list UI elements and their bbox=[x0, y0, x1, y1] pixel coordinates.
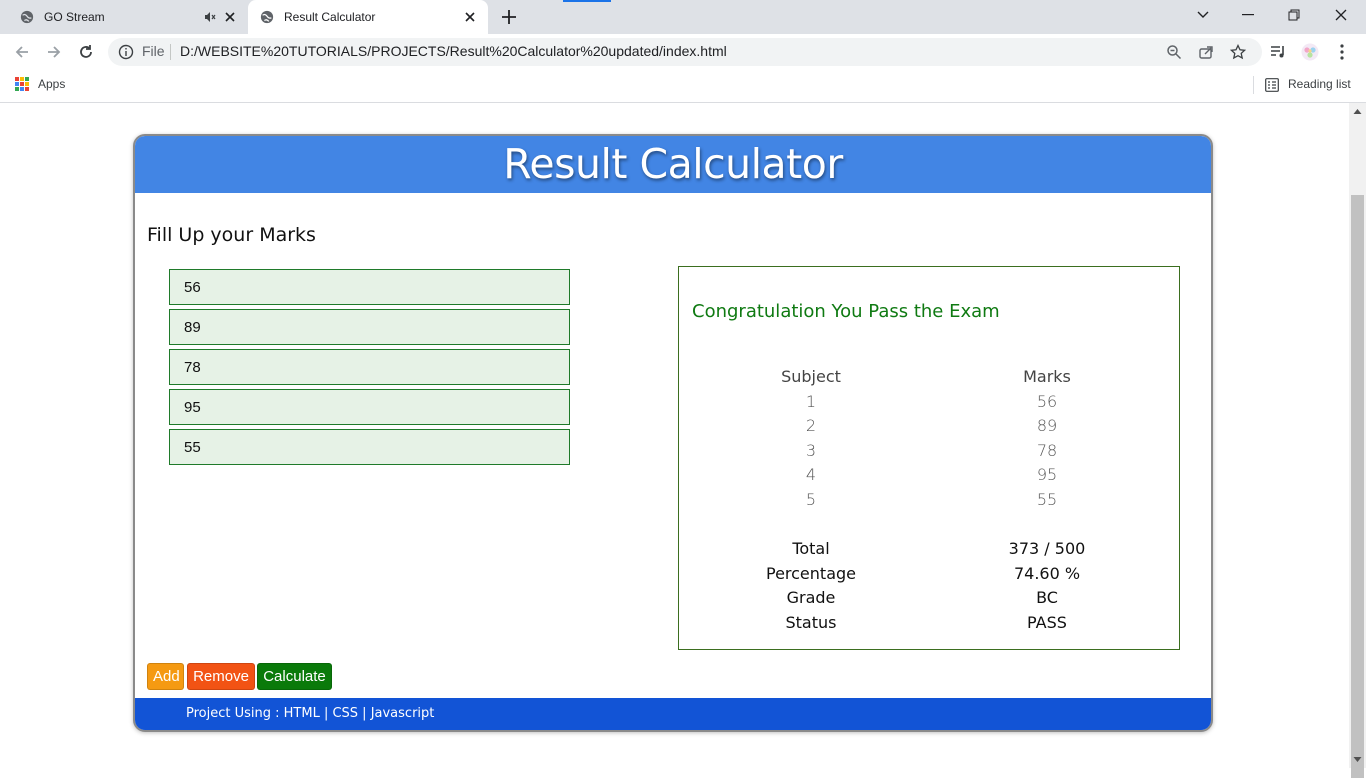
info-icon[interactable] bbox=[118, 44, 134, 60]
menu-icon[interactable] bbox=[1332, 42, 1352, 62]
marks-cell: 89 bbox=[1036, 416, 1058, 436]
page-footer: Project Using : HTML | CSS | Javascript bbox=[135, 698, 1211, 730]
close-icon[interactable] bbox=[222, 9, 238, 25]
tab-go-stream[interactable]: GO Stream bbox=[8, 0, 248, 34]
scroll-up-icon[interactable] bbox=[1353, 107, 1362, 116]
marks-cell: 55 bbox=[1036, 489, 1058, 509]
mark-input-4[interactable] bbox=[169, 389, 570, 425]
grade-row: Grade BC bbox=[679, 588, 1179, 613]
calculate-button[interactable]: Calculate bbox=[257, 663, 332, 690]
address-bar[interactable]: File D:/WEBSITE%20TUTORIALS/PROJECTS/Res… bbox=[108, 38, 1262, 66]
card-header: Result Calculator bbox=[135, 136, 1211, 193]
subject-cell: 1 bbox=[805, 391, 817, 411]
close-window-icon[interactable] bbox=[1318, 0, 1364, 30]
zoom-icon[interactable] bbox=[1166, 44, 1182, 60]
back-icon[interactable] bbox=[12, 42, 32, 62]
browser-toolbar: File D:/WEBSITE%20TUTORIALS/PROJECTS/Res… bbox=[0, 34, 1366, 70]
omnibox-divider bbox=[170, 44, 171, 60]
subject-cell: 3 bbox=[805, 440, 817, 460]
marks-section-title: Fill Up your Marks bbox=[147, 224, 316, 246]
restore-icon[interactable] bbox=[1271, 0, 1317, 30]
footer-text: Project Using : HTML | CSS | Javascript bbox=[186, 706, 435, 721]
status-value: PASS bbox=[1027, 612, 1067, 632]
add-button[interactable]: Add bbox=[147, 663, 184, 690]
total-row: Total 373 / 500 bbox=[679, 539, 1179, 564]
table-row: 5 55 bbox=[679, 490, 1179, 515]
bookmarks-bar: Apps Reading list bbox=[0, 70, 1366, 103]
total-label: Total bbox=[792, 539, 830, 558]
star-icon[interactable] bbox=[1230, 44, 1246, 60]
share-icon[interactable] bbox=[1198, 44, 1214, 60]
new-tab-icon[interactable] bbox=[498, 6, 520, 28]
scrollbar-thumb[interactable] bbox=[1351, 195, 1364, 778]
subject-cell: 4 bbox=[805, 465, 817, 485]
marks-input-list bbox=[169, 269, 570, 469]
marks-header: Marks bbox=[1023, 367, 1071, 386]
calculator-card: Result Calculator Fill Up your Marks Con… bbox=[133, 134, 1213, 732]
grade-label: Grade bbox=[786, 588, 836, 608]
speaker-icon[interactable] bbox=[202, 9, 218, 25]
tab-result-calculator[interactable]: Result Calculator bbox=[248, 0, 488, 34]
vertical-scrollbar[interactable] bbox=[1349, 103, 1366, 778]
marks-cell: 56 bbox=[1036, 391, 1058, 411]
reading-list-button[interactable]: Reading list bbox=[1288, 77, 1351, 91]
globe-icon bbox=[20, 10, 34, 24]
table-row: 2 89 bbox=[679, 416, 1179, 441]
close-icon[interactable] bbox=[462, 9, 478, 25]
status-row: Status PASS bbox=[679, 613, 1179, 638]
reload-icon[interactable] bbox=[76, 42, 96, 62]
mark-input-5[interactable] bbox=[169, 429, 570, 465]
reading-list-icon[interactable] bbox=[1265, 78, 1279, 92]
result-summary: Total 373 / 500 Percentage 74.60 % Grade… bbox=[679, 539, 1179, 637]
apps-icon[interactable] bbox=[15, 77, 29, 91]
marks-cell: 78 bbox=[1036, 440, 1058, 460]
percentage-label: Percentage bbox=[765, 563, 856, 583]
page-title: Result Calculator bbox=[503, 140, 843, 188]
table-row: 4 95 bbox=[679, 465, 1179, 490]
subject-cell: 2 bbox=[805, 416, 817, 436]
subject-cell: 5 bbox=[805, 489, 817, 509]
marks-table: Subject Marks 1 56 2 89 3 78 4 95 5 55 bbox=[679, 367, 1179, 515]
tab-search-icon[interactable] bbox=[1180, 0, 1226, 30]
apps-shortcut[interactable]: Apps bbox=[38, 77, 65, 91]
table-header-row: Subject Marks bbox=[679, 367, 1179, 392]
mark-input-2[interactable] bbox=[169, 309, 570, 345]
subject-header: Subject bbox=[781, 367, 841, 386]
globe-icon bbox=[260, 10, 274, 24]
media-control-icon[interactable] bbox=[1268, 42, 1288, 62]
remove-button[interactable]: Remove bbox=[187, 663, 255, 690]
forward-icon[interactable] bbox=[44, 42, 64, 62]
grade-value: BC bbox=[1036, 588, 1058, 608]
marks-cell: 95 bbox=[1036, 465, 1058, 485]
minimize-icon[interactable] bbox=[1225, 0, 1271, 30]
url-text[interactable]: D:/WEBSITE%20TUTORIALS/PROJECTS/Result%2… bbox=[180, 43, 727, 59]
table-row: 3 78 bbox=[679, 441, 1179, 466]
profile-avatar-icon[interactable] bbox=[1300, 42, 1320, 62]
table-row: 1 56 bbox=[679, 392, 1179, 417]
tab-title: GO Stream bbox=[44, 10, 105, 24]
bookmarks-divider bbox=[1253, 76, 1254, 94]
result-message: Congratulation You Pass the Exam bbox=[692, 301, 1000, 322]
scroll-down-icon[interactable] bbox=[1353, 755, 1362, 764]
tab-strip: GO Stream Result Calculator bbox=[0, 0, 1366, 34]
percentage-row: Percentage 74.60 % bbox=[679, 564, 1179, 589]
scheme-label: File bbox=[142, 43, 165, 59]
status-label: Status bbox=[785, 612, 837, 632]
percentage-value: 74.60 % bbox=[1013, 563, 1081, 583]
mark-input-1[interactable] bbox=[169, 269, 570, 305]
result-panel: Congratulation You Pass the Exam Subject… bbox=[678, 266, 1180, 650]
loading-indicator bbox=[563, 0, 611, 2]
total-value: 373 / 500 bbox=[1008, 539, 1086, 558]
tab-title: Result Calculator bbox=[284, 10, 376, 24]
mark-input-3[interactable] bbox=[169, 349, 570, 385]
